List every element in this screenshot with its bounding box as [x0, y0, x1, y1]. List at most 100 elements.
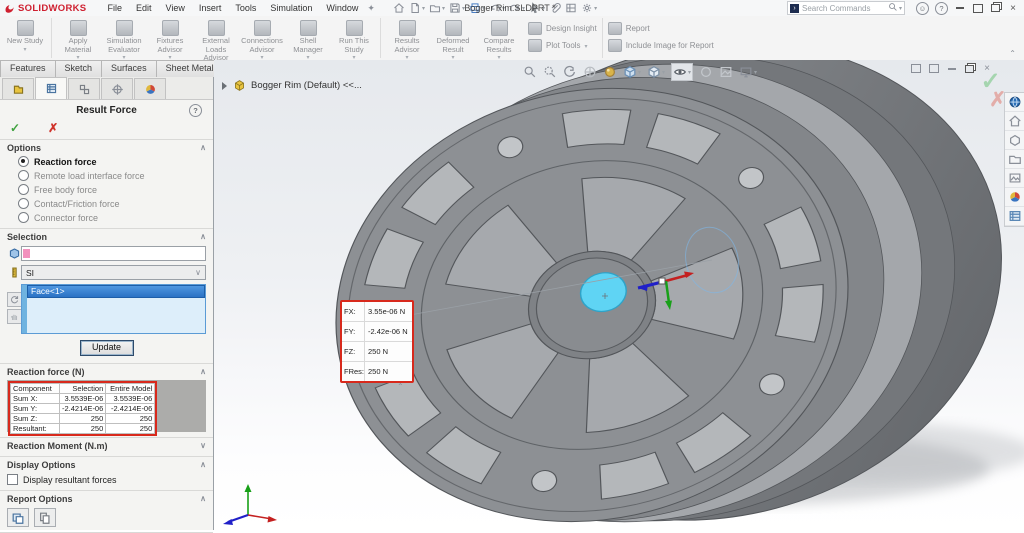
compare-results-button[interactable]: Compare Results▾: [476, 18, 522, 62]
feature-tree-root[interactable]: Bogger Rim (Default) <<...: [222, 79, 362, 92]
new-study-button[interactable]: New Study▾: [2, 18, 48, 54]
simulation-evaluator-button[interactable]: Simulation Evaluator▾: [101, 18, 147, 62]
menu-edit[interactable]: Edit: [129, 2, 159, 14]
selection-collapse-icon[interactable]: ∧: [200, 232, 206, 242]
taskpane-design-library-icon[interactable]: [1005, 131, 1024, 150]
search-caret-icon[interactable]: ▾: [899, 5, 902, 12]
radio-connector-force[interactable]: Connector force: [18, 212, 206, 223]
radio-dot[interactable]: [18, 184, 29, 195]
zoom-area-icon[interactable]: [543, 65, 557, 79]
graphics-viewport[interactable]: Bogger Rim (Default) <<... ▾▾▾▾ × ✓ ✗ FX…: [214, 60, 1024, 530]
connections-advisor-button[interactable]: Connections Advisor▾: [239, 18, 285, 62]
appearance-icon[interactable]: [603, 65, 617, 79]
edit-appearance-icon[interactable]: [699, 65, 713, 79]
radio-dot[interactable]: [18, 156, 29, 167]
manager-tab-dimxpert-manager[interactable]: [101, 78, 133, 99]
doc-restore-button[interactable]: [965, 65, 974, 73]
manager-tab-display-manager[interactable]: [134, 78, 166, 99]
run-this-study-button[interactable]: Run This Study▾: [331, 18, 377, 62]
tab-features[interactable]: Features: [0, 60, 56, 78]
design-insight-button[interactable]: Design Insight: [528, 22, 597, 35]
radio-free-body-force[interactable]: Free body force: [18, 184, 206, 195]
display-resultant-checkbox[interactable]: [7, 474, 18, 485]
taskpane-home-icon[interactable]: [1005, 112, 1024, 131]
doc-minimize-button[interactable]: [948, 68, 956, 70]
cancel-button[interactable]: ✗: [48, 121, 58, 135]
wheel-rim-model[interactable]: [214, 60, 1024, 530]
section-view-icon[interactable]: [583, 65, 597, 79]
compare-results-icon: [491, 20, 508, 36]
drag-handle-icon[interactable]: [7, 309, 22, 324]
report-button[interactable]: Report: [608, 22, 714, 35]
menu-insert[interactable]: Insert: [192, 2, 229, 14]
radio-dot[interactable]: [18, 212, 29, 223]
doc-pane-right-icon[interactable]: [929, 64, 939, 73]
help-icon[interactable]: ?: [935, 2, 948, 15]
table-header-selection: Selection: [60, 384, 106, 394]
display-options-collapse-icon[interactable]: ∧: [200, 460, 206, 470]
reaction-force-collapse-icon[interactable]: ∧: [200, 367, 206, 377]
update-button[interactable]: Update: [80, 340, 134, 356]
hide-show-items-icon[interactable]: ▾: [671, 63, 693, 81]
menu-window[interactable]: Window: [319, 2, 365, 14]
taskpane-file-explorer-icon[interactable]: [1005, 150, 1024, 169]
manager-tab-property-manager[interactable]: [35, 77, 67, 99]
options-collapse-icon[interactable]: ∧: [200, 143, 206, 153]
include-image-for-report-button[interactable]: Include Image for Report: [608, 39, 714, 52]
close-button[interactable]: ×: [1006, 3, 1020, 14]
selection-field[interactable]: [21, 246, 206, 261]
menu-tools[interactable]: Tools: [228, 2, 263, 14]
taskpane-appearances-scenes-icon[interactable]: [1005, 188, 1024, 207]
previous-view-icon[interactable]: [563, 65, 577, 79]
shell-manager-button[interactable]: Shell Manager▾: [285, 18, 331, 62]
results-advisor-button[interactable]: Results Advisor▾: [384, 18, 430, 62]
menu-simulation[interactable]: Simulation: [263, 2, 319, 14]
radio-dot[interactable]: [18, 170, 29, 181]
search-icon[interactable]: [888, 2, 898, 14]
tab-surfaces[interactable]: Surfaces: [101, 60, 157, 78]
tab-sketch[interactable]: Sketch: [55, 60, 103, 78]
apply-material-button[interactable]: Apply Material▾: [55, 18, 101, 62]
radio-remote-load-interface-force[interactable]: Remote load interface force: [18, 170, 206, 181]
units-dropdown[interactable]: SI ∨: [21, 265, 206, 280]
radio-dot[interactable]: [18, 198, 29, 209]
maximize-button[interactable]: [973, 4, 983, 13]
minimize-button[interactable]: [956, 7, 964, 9]
deformed-result-button[interactable]: Deformed Result▾: [430, 18, 476, 62]
selected-entities-list[interactable]: Face<1>: [21, 284, 206, 334]
list-refresh-icon[interactable]: [7, 292, 22, 307]
taskpane-view-palette-icon[interactable]: [1005, 169, 1024, 188]
display-style-icon[interactable]: ▾: [647, 65, 665, 79]
radio-reaction-force[interactable]: Reaction force: [18, 156, 206, 167]
fixtures-advisor-button[interactable]: Fixtures Advisor▾: [147, 18, 193, 62]
reaction-moment-section: Reaction Moment (N.m) ∨: [0, 438, 213, 457]
solidworks-mark-icon: [4, 3, 15, 14]
taskpane-3dexperience-icon[interactable]: [1005, 93, 1024, 112]
tree-expand-icon[interactable]: [222, 82, 227, 90]
callout-collapse-icon[interactable]: ⌃: [397, 382, 404, 391]
copy-report-icon[interactable]: [34, 508, 56, 527]
taskpane-custom-properties-icon[interactable]: [1005, 207, 1024, 226]
ribbon-collapse-icon[interactable]: ⌃: [1009, 49, 1016, 58]
doc-pane-left-icon[interactable]: [911, 64, 921, 73]
search-input[interactable]: › Search Commands ▾: [787, 1, 905, 15]
list-item-face[interactable]: Face<1>: [27, 285, 205, 298]
view-orientation-icon[interactable]: ▾: [623, 65, 641, 79]
view-settings-icon[interactable]: ▾: [739, 65, 757, 79]
radio-contact-friction-force[interactable]: Contact/Friction force: [18, 198, 206, 209]
report-options-collapse-icon[interactable]: ∧: [200, 494, 206, 504]
login-user-icon[interactable]: ☺: [916, 2, 929, 15]
scene-icon[interactable]: [719, 65, 733, 79]
panel-help-icon[interactable]: ?: [189, 104, 202, 117]
menu-view[interactable]: View: [158, 2, 191, 14]
restore-button[interactable]: [991, 4, 1000, 12]
reaction-moment-header: Reaction Moment (N.m): [7, 441, 108, 451]
save-report-icon[interactable]: [7, 508, 29, 527]
reaction-moment-expand-icon[interactable]: ∨: [200, 441, 206, 451]
manager-tab-feature-manager[interactable]: [2, 78, 34, 99]
manager-tab-configuration-manager[interactable]: [68, 78, 100, 99]
plot-tools-button[interactable]: Plot Tools▾: [528, 39, 597, 52]
zoom-fit-icon[interactable]: [523, 65, 537, 79]
ok-button[interactable]: ✓: [10, 121, 20, 135]
menu-file[interactable]: File: [100, 2, 129, 14]
